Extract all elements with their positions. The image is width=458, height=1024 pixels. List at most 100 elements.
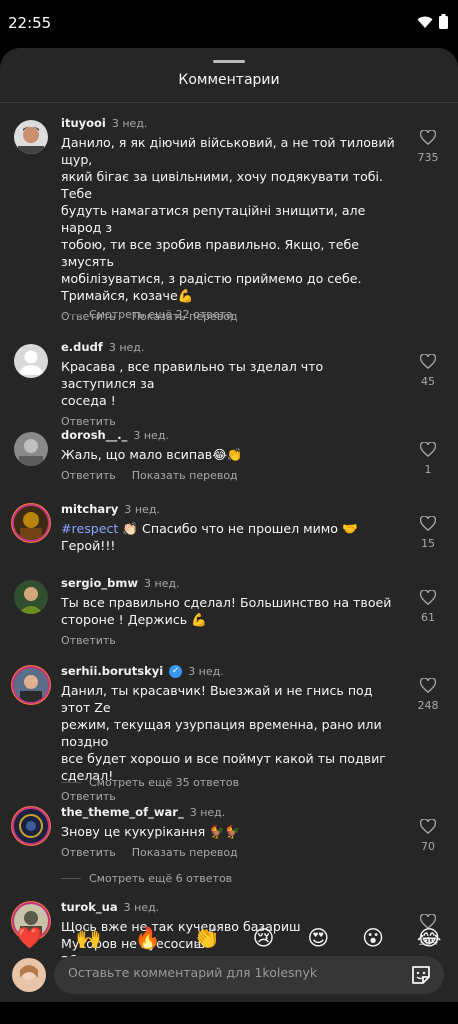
- avatar[interactable]: [14, 120, 48, 154]
- reply-button[interactable]: Ответить: [61, 469, 116, 482]
- comment-input[interactable]: [68, 965, 398, 980]
- comment-text: Жаль, що мало всипав😂👏: [61, 447, 243, 462]
- like-button[interactable]: 45: [410, 354, 446, 388]
- username[interactable]: mitchary: [61, 502, 118, 516]
- heart-icon: [420, 678, 436, 693]
- divider: [0, 102, 458, 103]
- status-time: 22:55: [8, 14, 52, 32]
- like-button[interactable]: 735: [410, 130, 446, 164]
- heart-icon: [420, 819, 436, 834]
- timestamp: 3 нед.: [108, 340, 145, 354]
- reply-button[interactable]: Ответить: [61, 846, 116, 859]
- timestamp: 3 нед.: [111, 116, 148, 130]
- comment-body: mitchary 3 нед. #respect 👏🏻 Спасибо что н…: [61, 502, 401, 554]
- timestamp: 3 нед.: [189, 805, 226, 819]
- hashtag-link[interactable]: #respect: [61, 521, 118, 536]
- like-count: 248: [417, 699, 439, 712]
- status-icons: [417, 14, 448, 29]
- avatar[interactable]: [14, 344, 48, 378]
- comments-sheet: Комментарии ituyooi 3 нед. Данило, я як д…: [0, 48, 458, 1024]
- comment-list[interactable]: ituyooi 3 нед. Данило, я як діючий військ…: [0, 108, 458, 966]
- timestamp: 3 нед.: [124, 502, 160, 516]
- view-more-replies[interactable]: Смотреть ещё 22 ответа: [61, 308, 233, 321]
- username[interactable]: serhii.borutskyi: [61, 664, 163, 678]
- view-replies-label: Смотреть ещё 6 ответов: [89, 872, 233, 885]
- like-button[interactable]: 248: [410, 678, 446, 712]
- username[interactable]: ituyooi: [61, 116, 106, 130]
- heart-icon: [420, 516, 436, 531]
- comment-text: Данил, ты красавчик! Выезжай и не гнись …: [61, 683, 386, 783]
- comment-body: dorosh__._ 3 нед. Жаль, що мало всипав😂👏 …: [61, 428, 401, 482]
- emoji-fire[interactable]: 🔥: [135, 926, 161, 951]
- wifi-icon: [417, 16, 433, 28]
- like-count: 15: [421, 537, 435, 550]
- heart-icon: [420, 442, 436, 457]
- system-nav-bar: [0, 1002, 458, 1024]
- heart-icon: [420, 130, 436, 145]
- replies-line: [61, 878, 81, 879]
- comment-body: ituyooi 3 нед. Данило, я як діючий військ…: [61, 116, 401, 323]
- comment-body: the_theme_of_war_ 3 нед. Знову це кукурік…: [61, 805, 401, 859]
- emoji-raising-hands[interactable]: 🙌: [75, 926, 101, 951]
- like-button[interactable]: 15: [410, 516, 446, 550]
- emoji-cry[interactable]: 😢: [253, 926, 275, 950]
- avatar[interactable]: [14, 668, 48, 702]
- sticker-icon[interactable]: [410, 964, 432, 986]
- sheet-title: Комментарии: [178, 72, 280, 88]
- view-more-replies[interactable]: Смотреть ещё 35 ответов: [61, 776, 239, 789]
- verified-badge-icon: ✓: [169, 664, 183, 678]
- emoji-surprised[interactable]: 😮: [362, 926, 384, 950]
- heart-icon: [420, 354, 436, 369]
- comment-composer: [0, 956, 458, 1002]
- emoji-clap[interactable]: 👏: [194, 926, 220, 951]
- battery-icon: [439, 14, 448, 29]
- heart-icon: [420, 590, 436, 605]
- reply-button[interactable]: Ответить: [61, 634, 116, 647]
- view-replies-label: Смотреть ещё 35 ответов: [89, 776, 240, 789]
- emoji-quick-bar: ❤️ 🙌 🔥 👏 😢 😍 😮 😂: [0, 918, 458, 958]
- emoji-laugh[interactable]: 😂: [417, 926, 442, 950]
- like-count: 61: [421, 611, 435, 624]
- avatar[interactable]: [14, 506, 48, 540]
- timestamp: 3 нед.: [143, 576, 180, 590]
- like-count: 1: [424, 463, 432, 476]
- reply-button[interactable]: Ответить: [61, 790, 116, 803]
- timestamp: 3 нед.: [133, 428, 169, 442]
- translate-button[interactable]: Показать перевод: [132, 846, 238, 859]
- like-count: 735: [417, 151, 439, 164]
- comment-text: Ты все правильно сделал! Большинство на …: [61, 595, 392, 627]
- comment-input-box[interactable]: [54, 956, 444, 994]
- username[interactable]: e.dudf: [61, 340, 103, 354]
- comment-body: sergio_bmw 3 нед. Ты все правильно сделал…: [61, 576, 401, 647]
- replies-line: [61, 782, 81, 783]
- username[interactable]: turok_ua: [61, 900, 118, 914]
- comment-text: #respect 👏🏻 Спасибо что не прошел мимо 🤝…: [61, 520, 401, 554]
- reply-button[interactable]: Ответить: [61, 415, 116, 428]
- status-bar: 22:55: [0, 0, 458, 48]
- like-button[interactable]: 70: [410, 819, 446, 853]
- timestamp: 3 нед.: [188, 664, 224, 678]
- comment-text: Знову це кукурікання 🐓🐓: [61, 824, 241, 839]
- like-count: 70: [421, 840, 435, 853]
- emoji-heart[interactable]: ❤️: [16, 926, 42, 951]
- username[interactable]: sergio_bmw: [61, 576, 138, 590]
- comment-body: e.dudf 3 нед. Красава , все правильно ты …: [61, 340, 401, 428]
- username[interactable]: the_theme_of_war_: [61, 805, 184, 819]
- username[interactable]: dorosh__._: [61, 428, 127, 442]
- emoji-heart-eyes[interactable]: 😍: [307, 926, 329, 950]
- avatar[interactable]: [14, 580, 48, 614]
- view-more-replies[interactable]: Смотреть ещё 6 ответов: [61, 872, 232, 885]
- avatar[interactable]: [14, 432, 48, 466]
- drag-handle[interactable]: [213, 60, 245, 63]
- comment-text: Красава , все правильно ты зделал что за…: [61, 359, 324, 408]
- comment-text: Данило, я як діючий військовий, а не той…: [61, 135, 395, 303]
- my-avatar: [12, 958, 46, 992]
- avatar[interactable]: [14, 809, 48, 843]
- replies-line: [61, 314, 81, 315]
- translate-button[interactable]: Показать перевод: [132, 469, 238, 482]
- timestamp: 3 нед.: [123, 900, 160, 914]
- like-button[interactable]: 1: [410, 442, 446, 476]
- like-count: 45: [421, 375, 435, 388]
- view-replies-label: Смотреть ещё 22 ответа: [89, 308, 233, 321]
- like-button[interactable]: 61: [410, 590, 446, 624]
